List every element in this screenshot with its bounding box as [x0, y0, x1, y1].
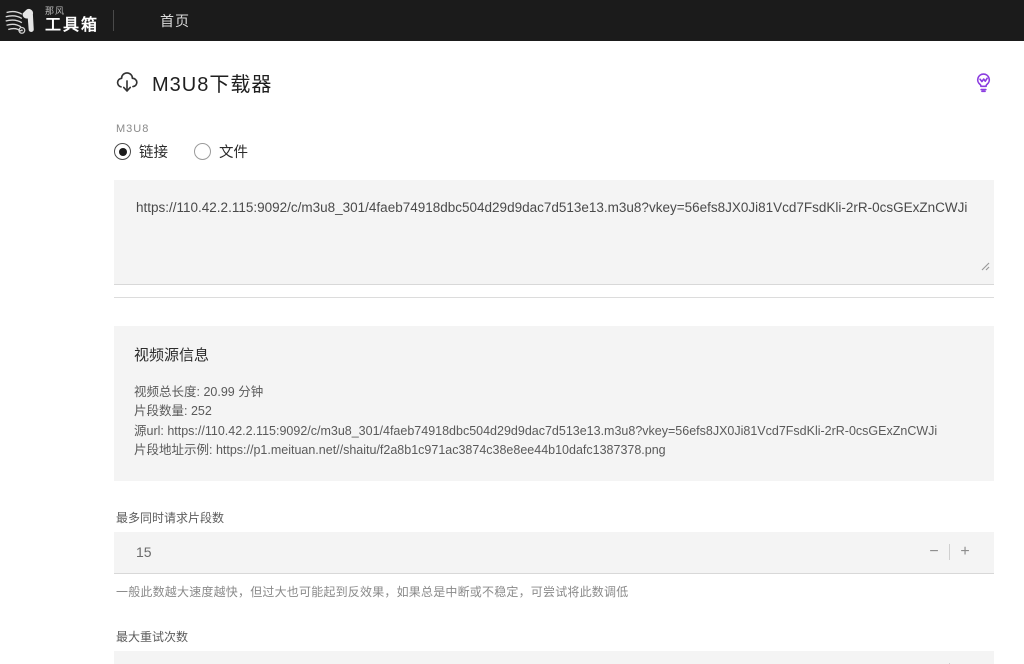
radio-mark-link — [114, 143, 131, 160]
concurrency-field[interactable]: 15 − + — [114, 531, 994, 574]
brand-subtitle: 那风 — [45, 6, 66, 16]
retries-decrement-button[interactable]: − — [919, 657, 949, 664]
page-title: M3U8下载器 — [152, 73, 273, 96]
info-segment-example: 片段地址示例: https://p1.meituan.net//shaitu/f… — [134, 443, 666, 458]
page-body: M3U8下载器 M3U8 链接 文件 https://110.42.2.115:… — [0, 41, 1024, 664]
info-source-url: 源url: https://110.42.2.115:9092/c/m3u8_3… — [134, 423, 938, 438]
wrench-logo-icon — [5, 8, 34, 34]
concurrency-value[interactable]: 15 — [136, 544, 919, 560]
lightbulb-icon — [976, 72, 990, 92]
concurrency-stepper: − + — [919, 538, 980, 566]
radio-mark-file — [194, 143, 211, 160]
top-navigation-bar: 那风 工具箱 首页 — [0, 0, 1024, 41]
concurrency-decrement-button[interactable]: − — [919, 538, 949, 566]
concurrency-help-text: 一般此数越大速度越快，但过大也可能起到反效果，如果总是中断或不稳定，可尝试将此数… — [116, 584, 629, 599]
retries-field[interactable]: 3 − + — [114, 650, 994, 664]
info-segment-count: 片段数量: 252 — [134, 404, 212, 419]
nav-item-home[interactable]: 首页 — [150, 11, 200, 31]
radio-option-link[interactable]: 链接 — [114, 141, 168, 162]
radio-label-file: 文件 — [219, 145, 248, 161]
retries-label: 最大重试次数 — [116, 629, 189, 644]
resize-handle-icon[interactable] — [978, 259, 990, 271]
concurrency-increment-button[interactable]: + — [950, 538, 980, 566]
info-duration: 视频总长度: 20.99 分钟 — [134, 385, 264, 399]
m3u8-url-textarea[interactable]: https://110.42.2.115:9092/c/m3u8_301/4fa… — [114, 180, 994, 285]
source-type-label: M3U8 — [116, 123, 150, 135]
cloud-download-icon — [116, 72, 138, 92]
radio-label-link: 链接 — [139, 145, 168, 161]
page-header: M3U8下载器 — [0, 41, 1024, 97]
content-divider — [114, 297, 994, 298]
concurrency-label: 最多同时请求片段数 — [116, 510, 225, 525]
nav-items: 首页 — [114, 0, 200, 41]
info-panel-title: 视频源信息 — [134, 347, 210, 364]
tip-lightbulb-button[interactable] — [968, 67, 998, 97]
video-source-info-panel: 视频源信息 视频总长度: 20.99 分钟 片段数量: 252 源url: ht… — [114, 326, 994, 481]
source-type-radio-group: 链接 文件 — [114, 141, 994, 162]
page-content: M3U8 链接 文件 https://110.42.2.115:9092/c/m… — [0, 123, 1024, 664]
retries-increment-button[interactable]: + — [950, 657, 980, 664]
brand-text: 那风 工具箱 — [45, 7, 99, 34]
brand-title: 工具箱 — [45, 17, 100, 34]
page-title-group: M3U8下载器 — [114, 68, 272, 97]
retries-stepper: − + — [919, 657, 980, 664]
radio-option-file[interactable]: 文件 — [194, 141, 248, 162]
brand-logo-area[interactable]: 那风 工具箱 — [0, 0, 113, 41]
